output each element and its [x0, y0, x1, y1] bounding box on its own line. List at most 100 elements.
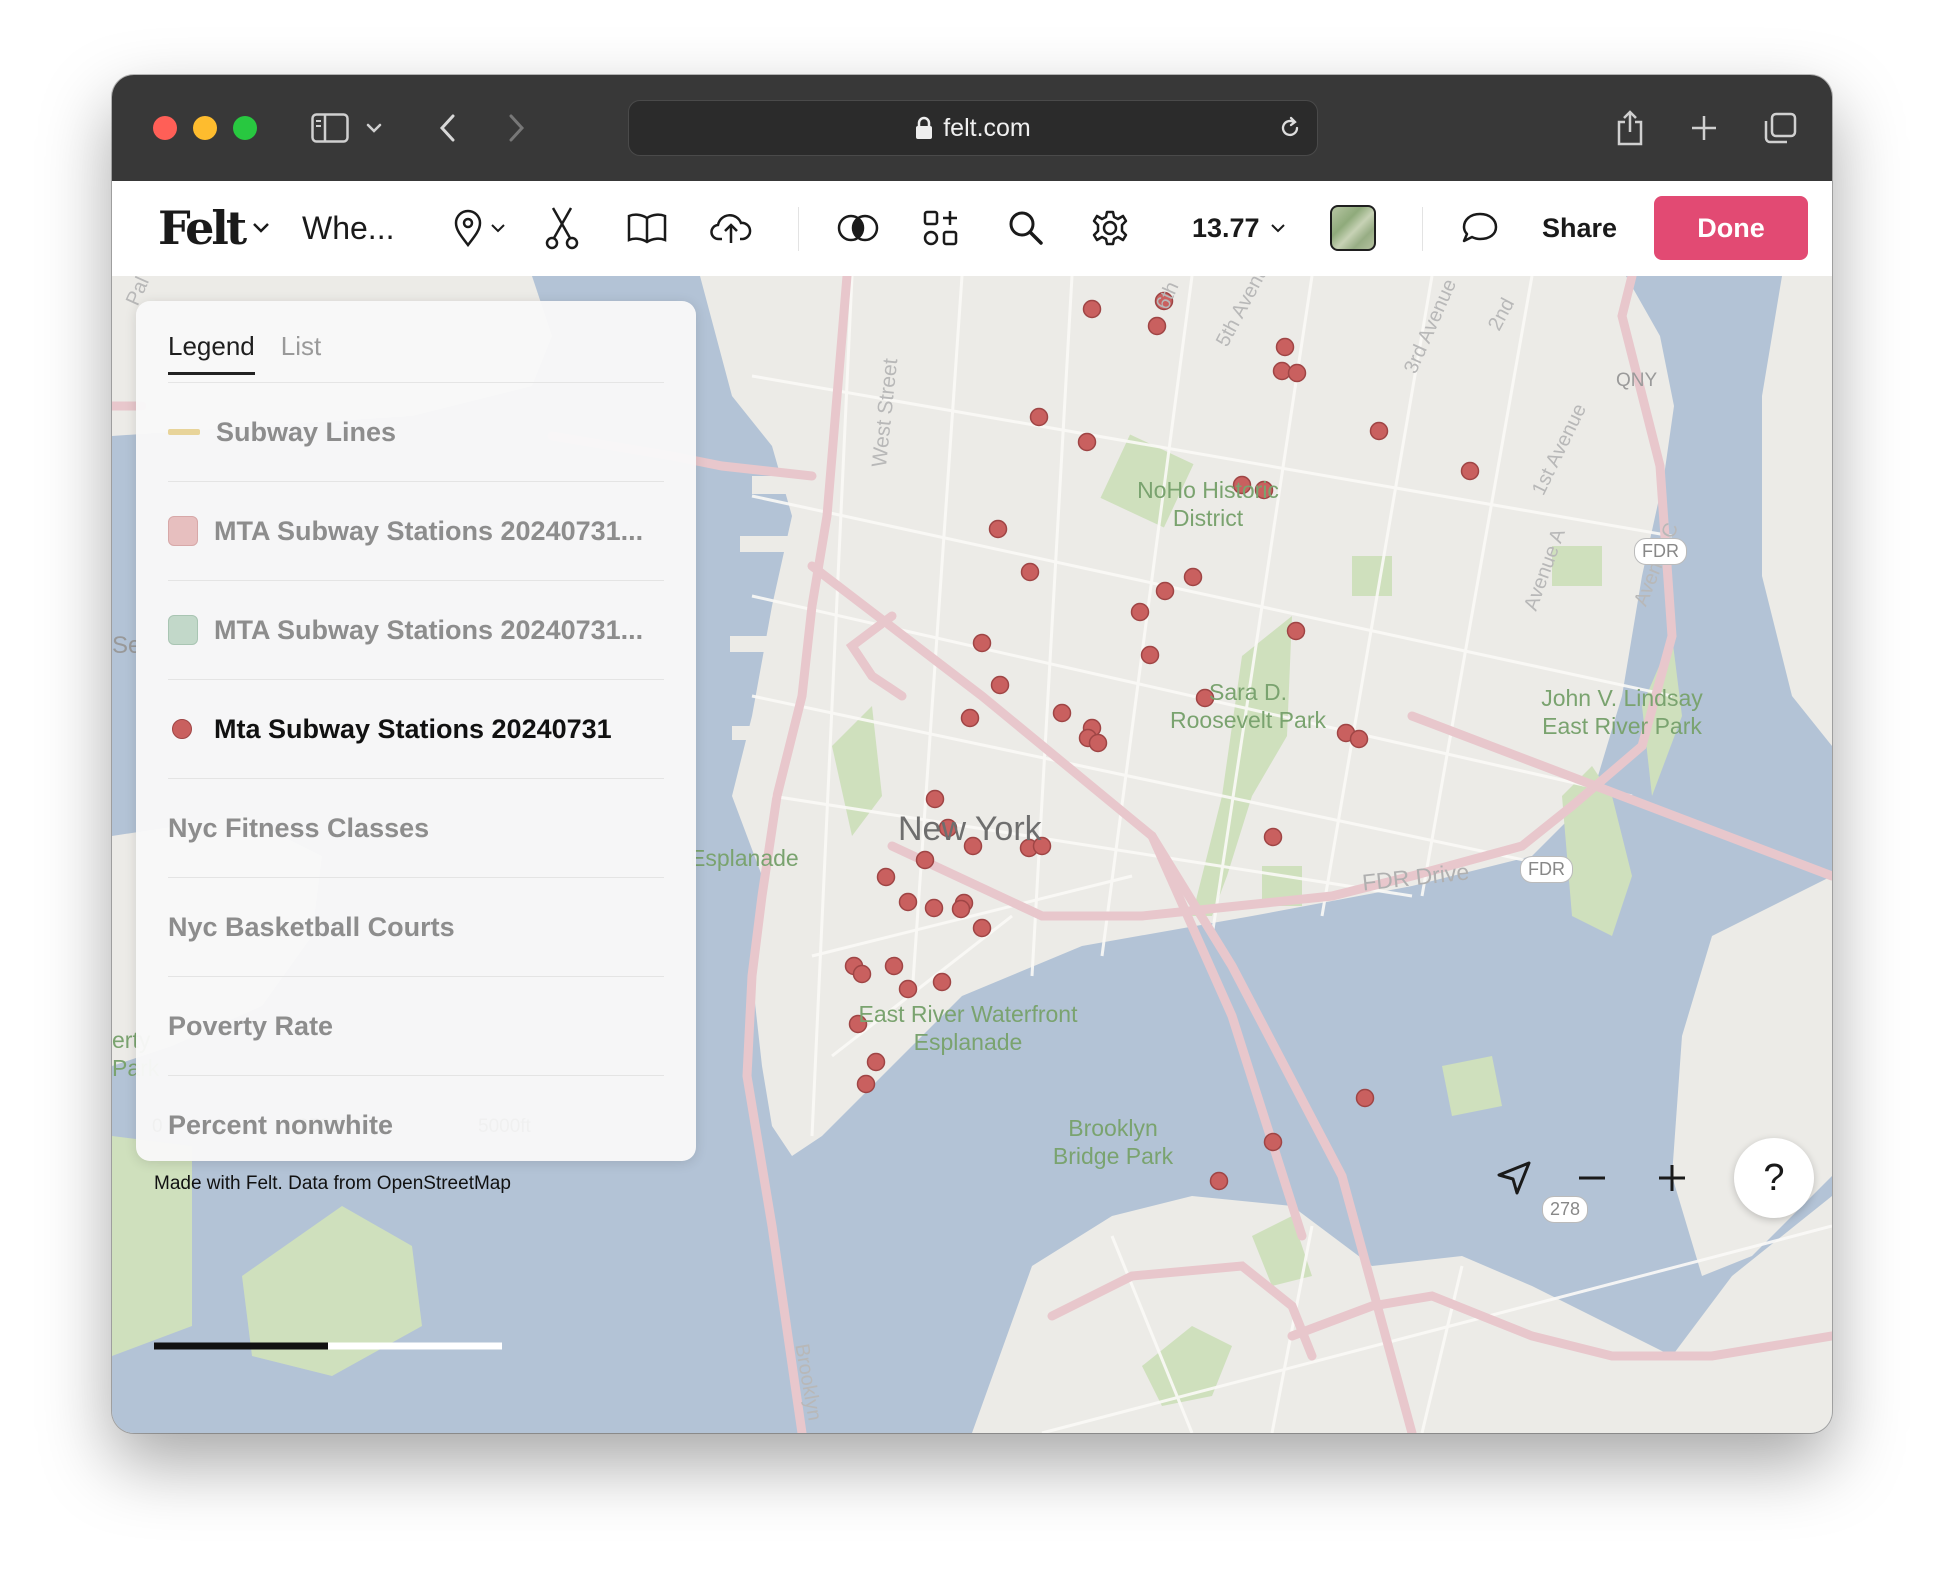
subway-station-marker[interactable]	[876, 867, 896, 887]
legend-item-mta-stations-pink[interactable]: MTA Subway Stations 20240731...	[168, 482, 664, 581]
legend-item-subway-lines[interactable]: Subway Lines	[168, 383, 664, 482]
subway-station-marker[interactable]	[1369, 421, 1389, 441]
zoom-level-selector[interactable]: 13.77	[1192, 199, 1286, 257]
subway-station-marker[interactable]	[1272, 361, 1292, 381]
legend-item-label: MTA Subway Stations 20240731...	[214, 614, 644, 645]
map-label-brooklyn-bridge-park: Brooklyn Bridge Park	[1052, 1115, 1174, 1169]
subway-station-marker[interactable]	[1275, 337, 1295, 357]
map-label-qny: QNY	[1616, 370, 1658, 391]
forward-icon[interactable]	[502, 105, 532, 151]
legend-item-label: Percent nonwhite	[168, 1109, 394, 1140]
felt-toolbar: Felt Whe... 13.77 Share Done	[112, 181, 1832, 277]
reload-icon[interactable]	[1277, 115, 1303, 141]
subway-station-marker[interactable]	[972, 633, 992, 653]
tab-list[interactable]: List	[281, 323, 321, 375]
subway-station-marker[interactable]	[925, 789, 945, 809]
legend-item-poverty-rate[interactable]: Poverty Rate	[168, 977, 664, 1076]
legend-item-mta-stations-green[interactable]: MTA Subway Stations 20240731...	[168, 581, 664, 680]
done-button[interactable]: Done	[1654, 196, 1808, 260]
subway-station-marker[interactable]	[1052, 703, 1072, 723]
minus-icon	[1579, 1176, 1605, 1180]
overlap-circles-icon	[837, 214, 879, 242]
new-tab-icon[interactable]	[1686, 105, 1722, 151]
legend-item-fitness-classes[interactable]: Nyc Fitness Classes	[168, 779, 664, 878]
subway-station-marker[interactable]	[1130, 602, 1150, 622]
subway-station-marker[interactable]	[915, 850, 935, 870]
subway-station-marker[interactable]	[932, 972, 952, 992]
chevron-down-icon	[253, 223, 270, 233]
share-button[interactable]: Share	[1542, 199, 1617, 257]
subway-station-marker[interactable]	[1209, 1171, 1229, 1191]
highway-shield-fdr: FDR	[1520, 856, 1573, 883]
search-button[interactable]	[1005, 199, 1047, 257]
subway-station-marker[interactable]	[1140, 645, 1160, 665]
subway-station-marker[interactable]	[960, 708, 980, 728]
polygon-swatch-icon	[168, 615, 198, 645]
back-icon[interactable]	[432, 105, 462, 151]
pin-tool-button[interactable]	[448, 199, 510, 257]
subway-station-marker[interactable]	[1082, 299, 1102, 319]
legend-item-percent-nonwhite[interactable]: Percent nonwhite	[168, 1076, 664, 1174]
felt-menu-button[interactable]: Felt	[158, 199, 270, 257]
legend-item-basketball-courts[interactable]: Nyc Basketball Courts	[168, 878, 664, 977]
settings-button[interactable]	[1088, 199, 1132, 257]
legend-item-mta-stations-points[interactable]: Mta Subway Stations 20240731	[168, 680, 664, 779]
legend-item-label: Poverty Rate	[168, 1010, 334, 1041]
cut-tool-button[interactable]	[540, 199, 584, 257]
help-button[interactable]: ?	[1734, 1138, 1814, 1218]
tab-legend[interactable]: Legend	[168, 323, 255, 375]
subway-station-marker[interactable]	[866, 1052, 886, 1072]
tab-group-chevron-icon[interactable]	[362, 105, 386, 151]
share-sheet-icon[interactable]	[1610, 105, 1650, 151]
subway-station-marker[interactable]	[972, 918, 992, 938]
subway-station-marker[interactable]	[898, 892, 918, 912]
subway-station-marker[interactable]	[852, 964, 872, 984]
subway-station-marker[interactable]	[898, 979, 918, 999]
gear-icon	[1092, 210, 1128, 246]
subway-station-marker[interactable]	[1029, 407, 1049, 427]
subway-station-marker[interactable]	[990, 675, 1010, 695]
zoom-in-button[interactable]	[1650, 1156, 1694, 1200]
compare-button[interactable]	[834, 199, 882, 257]
scissors-icon	[545, 207, 579, 250]
basemap-button[interactable]	[1328, 199, 1378, 257]
minimize-window-button[interactable]	[193, 116, 217, 140]
elements-button[interactable]	[920, 199, 962, 257]
subway-station-marker[interactable]	[1147, 316, 1167, 336]
subway-station-marker[interactable]	[1355, 1088, 1375, 1108]
subway-station-marker[interactable]	[1263, 827, 1283, 847]
subway-station-marker[interactable]	[1286, 621, 1306, 641]
address-bar[interactable]: felt.com	[628, 100, 1318, 156]
subway-station-marker[interactable]	[1349, 729, 1369, 749]
subway-station-marker[interactable]	[1183, 567, 1203, 587]
subway-station-marker[interactable]	[1155, 581, 1175, 601]
subway-station-marker[interactable]	[951, 899, 971, 919]
library-button[interactable]	[625, 199, 669, 257]
subway-station-marker[interactable]	[1287, 363, 1307, 383]
map-label-noho: NoHo Historic District	[1137, 477, 1279, 531]
zoom-window-button[interactable]	[233, 116, 257, 140]
sidebar-toggle-icon[interactable]	[307, 105, 353, 151]
zoom-out-button[interactable]	[1570, 1156, 1614, 1200]
subway-station-marker[interactable]	[884, 956, 904, 976]
subway-station-marker[interactable]	[924, 898, 944, 918]
map-canvas[interactable]: NoHo Historic District Sara D. Roosevelt…	[112, 276, 1832, 1433]
subway-station-marker[interactable]	[988, 519, 1008, 539]
subway-station-marker[interactable]	[856, 1074, 876, 1094]
tab-overview-icon[interactable]	[1760, 105, 1800, 151]
close-window-button[interactable]	[153, 116, 177, 140]
search-icon	[1009, 211, 1043, 245]
subway-station-marker[interactable]	[1088, 733, 1108, 753]
comment-bubble-icon	[1462, 212, 1498, 243]
subway-station-marker[interactable]	[1077, 432, 1097, 452]
locate-me-button[interactable]	[1492, 1156, 1536, 1200]
book-icon	[627, 213, 667, 244]
map-title[interactable]: Whe...	[302, 199, 394, 257]
subway-station-marker[interactable]	[1020, 562, 1040, 582]
subway-station-marker[interactable]	[1460, 461, 1480, 481]
comments-button[interactable]	[1458, 199, 1502, 257]
line-swatch-icon	[168, 429, 200, 435]
upload-button[interactable]	[708, 199, 754, 257]
legend-panel: Legend List Subway Lines MTA Subway Stat…	[136, 301, 696, 1161]
subway-station-marker[interactable]	[1263, 1132, 1283, 1152]
